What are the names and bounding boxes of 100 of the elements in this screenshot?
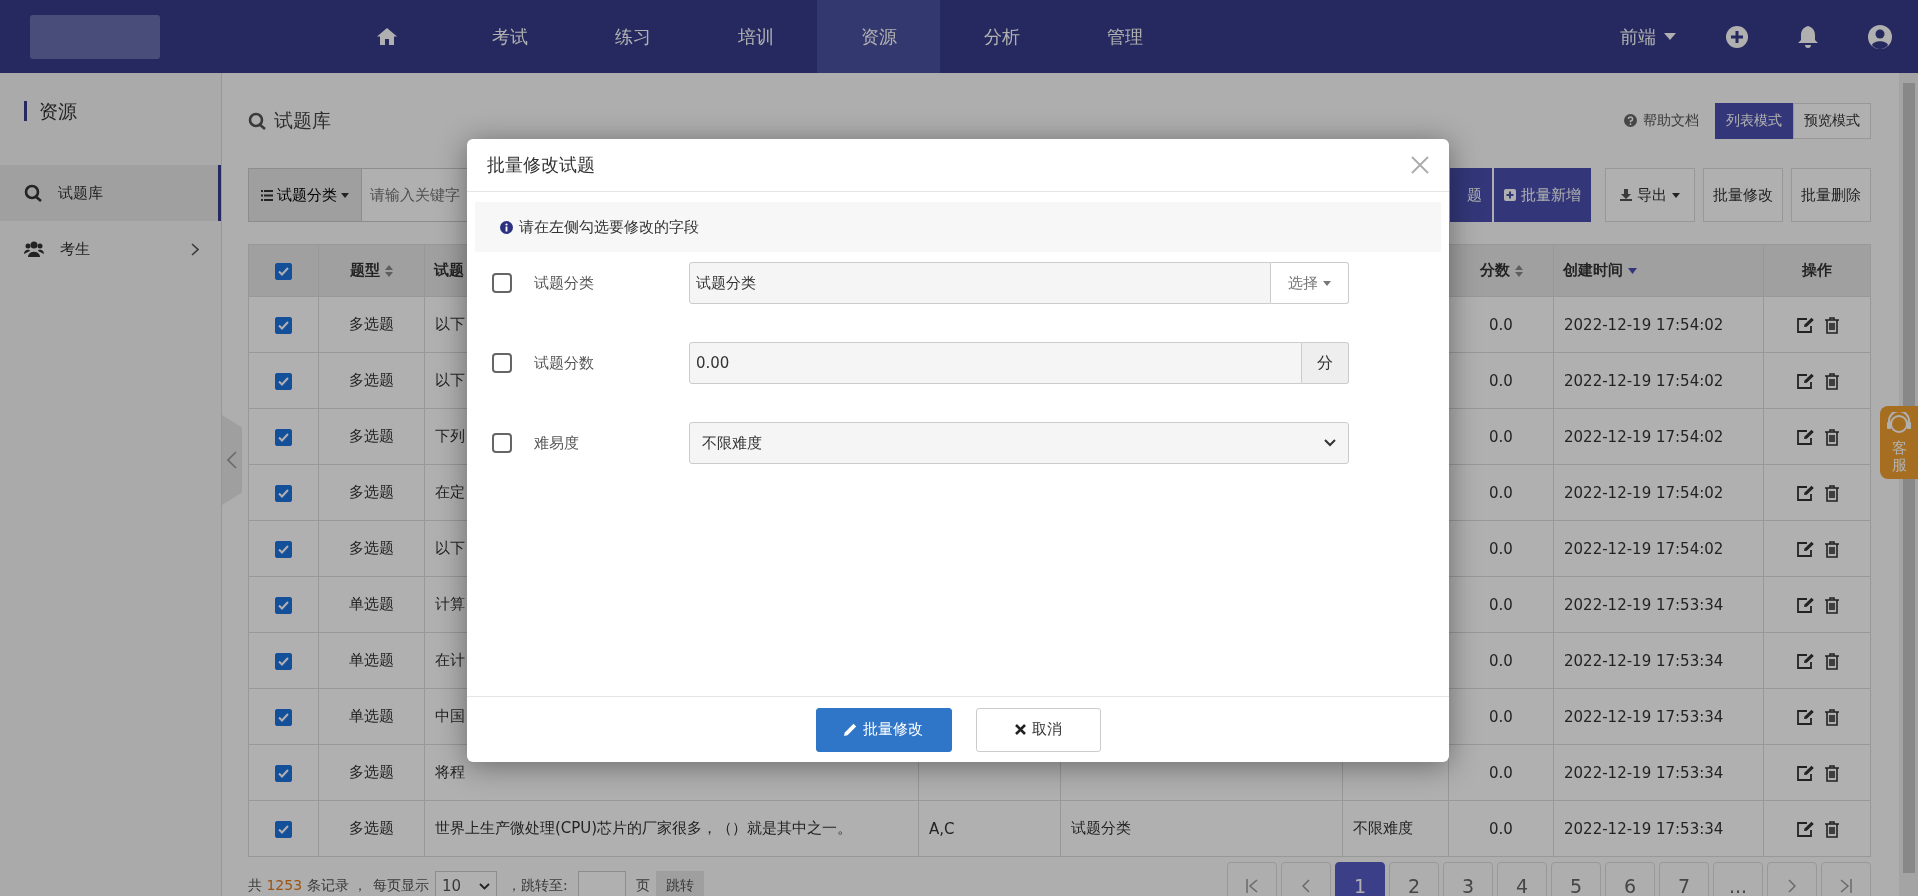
trash-icon[interactable] xyxy=(1824,596,1839,614)
edit-icon[interactable] xyxy=(1795,484,1815,502)
toolbar-button[interactable]: 题 xyxy=(1450,168,1492,222)
batch-add-button[interactable]: 批量新增 xyxy=(1494,168,1591,222)
sort-descending-icon[interactable] xyxy=(1628,267,1637,274)
jump-button[interactable]: 跳转 xyxy=(655,871,704,896)
plus-circle-icon[interactable] xyxy=(1726,25,1748,48)
trash-icon[interactable] xyxy=(1824,708,1839,726)
page-button[interactable]: 7 xyxy=(1659,862,1709,896)
edit-icon[interactable] xyxy=(1795,764,1815,782)
edit-icon[interactable] xyxy=(1795,820,1815,838)
field-checkbox[interactable] xyxy=(492,433,512,453)
trash-icon[interactable] xyxy=(1824,764,1839,782)
batch-edit-button[interactable]: 批量修改 xyxy=(815,707,952,752)
cancel-button[interactable]: 取消 xyxy=(975,707,1101,752)
sidebar-item[interactable]: 考生 xyxy=(0,221,221,277)
category-input[interactable]: 试题分类 xyxy=(689,262,1271,304)
trash-icon[interactable] xyxy=(1824,372,1839,390)
view-mode-tab[interactable]: 列表模式 xyxy=(1715,102,1793,139)
page-button[interactable]: 6 xyxy=(1605,862,1655,896)
sort-icon[interactable] xyxy=(385,264,393,277)
user-menu[interactable]: 前端 xyxy=(1620,24,1676,49)
score-input[interactable]: 0.00 xyxy=(689,342,1302,384)
field-label: 试题分类 xyxy=(534,273,595,293)
nav-tab[interactable]: 考试 xyxy=(448,0,571,73)
row-checkbox[interactable] xyxy=(275,764,292,782)
table-cell: 0.0 xyxy=(1489,819,1513,838)
table-cell: 下列 xyxy=(435,427,465,445)
caret-icon xyxy=(1323,280,1331,286)
nav-tab[interactable]: 练习 xyxy=(571,0,694,73)
sort-icon[interactable] xyxy=(1514,264,1523,277)
column-header[interactable]: 试题 xyxy=(426,261,464,280)
row-checkbox[interactable] xyxy=(275,708,292,726)
column-header[interactable]: 创建时间 xyxy=(1555,261,1637,280)
checkmark-icon xyxy=(278,600,289,610)
view-mode-tab[interactable]: 预览模式 xyxy=(1793,102,1871,139)
table-cell: 多选题 xyxy=(349,819,394,837)
trash-icon[interactable] xyxy=(1824,316,1839,334)
pencil-icon xyxy=(844,723,857,736)
table-cell: 以下 xyxy=(435,539,465,557)
trash-icon[interactable] xyxy=(1824,652,1839,670)
row-checkbox[interactable] xyxy=(275,484,292,502)
toolbar-button[interactable]: 批量删除 xyxy=(1791,168,1871,222)
sidebar-item[interactable]: 试题库 xyxy=(0,165,221,221)
table-cell: 0.0 xyxy=(1489,371,1513,390)
nav-tab[interactable]: 资源 xyxy=(817,0,940,73)
column-header[interactable]: 分数 xyxy=(1479,261,1523,280)
user-avatar-icon[interactable] xyxy=(1868,24,1892,49)
page-button[interactable]: ... xyxy=(1713,862,1763,896)
bell-icon[interactable] xyxy=(1798,25,1818,48)
first-page-icon xyxy=(1246,879,1258,893)
select-all-checkbox[interactable] xyxy=(275,262,292,280)
page-title: 试题库 xyxy=(274,107,331,133)
trash-icon[interactable] xyxy=(1824,484,1839,502)
chevron-left-icon xyxy=(227,451,237,469)
difficulty-select[interactable]: 不限难度 xyxy=(689,422,1349,464)
info-text: 请在左侧勾选要修改的字段 xyxy=(519,217,699,237)
edit-icon[interactable] xyxy=(1795,708,1815,726)
edit-icon[interactable] xyxy=(1795,428,1815,446)
trash-icon[interactable] xyxy=(1824,820,1839,838)
trash-icon[interactable] xyxy=(1824,540,1839,558)
column-header[interactable]: 操作 xyxy=(1802,261,1832,280)
table-cell: 2022-12-19 17:54:02 xyxy=(1564,371,1724,390)
page-button[interactable]: 1 xyxy=(1335,862,1385,896)
field-checkbox[interactable] xyxy=(492,353,512,373)
row-checkbox[interactable] xyxy=(275,372,292,390)
row-checkbox[interactable] xyxy=(275,316,292,334)
toolbar-button[interactable]: 批量修改 xyxy=(1703,168,1783,222)
export-dropdown-button[interactable]: 导出 xyxy=(1605,168,1695,222)
edit-icon[interactable] xyxy=(1795,372,1815,390)
row-checkbox[interactable] xyxy=(275,820,292,838)
field-checkbox[interactable] xyxy=(492,273,512,293)
help-link[interactable]: 帮助文档 xyxy=(1624,111,1699,130)
edit-icon[interactable] xyxy=(1795,652,1815,670)
row-checkbox[interactable] xyxy=(275,540,292,558)
table-cell: 将程 xyxy=(435,763,465,781)
nav-tab[interactable]: 管理 xyxy=(1063,0,1186,73)
trash-icon[interactable] xyxy=(1824,428,1839,446)
per-page-select[interactable]: 10 xyxy=(435,871,497,896)
edit-icon[interactable] xyxy=(1795,540,1815,558)
column-header[interactable]: 题型 xyxy=(350,261,393,280)
edit-icon[interactable] xyxy=(1795,596,1815,614)
category-dropdown-button[interactable]: 试题分类 xyxy=(248,168,362,222)
select-dropdown-button[interactable]: 选择 xyxy=(1271,262,1349,304)
nav-tab[interactable]: 分析 xyxy=(940,0,1063,73)
page-button[interactable]: 4 xyxy=(1497,862,1547,896)
table-cell: 2022-12-19 17:53:34 xyxy=(1564,763,1724,782)
page-button[interactable]: 2 xyxy=(1389,862,1439,896)
edit-icon[interactable] xyxy=(1795,316,1815,334)
row-checkbox[interactable] xyxy=(275,652,292,670)
page-button[interactable]: 5 xyxy=(1551,862,1601,896)
table-cell: 中国 xyxy=(435,707,465,725)
search-icon xyxy=(248,111,266,130)
page-number-input[interactable] xyxy=(577,871,626,896)
chevron-left-icon xyxy=(1302,879,1310,893)
table-cell: 0.0 xyxy=(1489,483,1513,502)
page-button[interactable]: 3 xyxy=(1443,862,1493,896)
row-checkbox[interactable] xyxy=(275,596,292,614)
nav-tab[interactable]: 培训 xyxy=(694,0,817,73)
row-checkbox[interactable] xyxy=(275,428,292,446)
